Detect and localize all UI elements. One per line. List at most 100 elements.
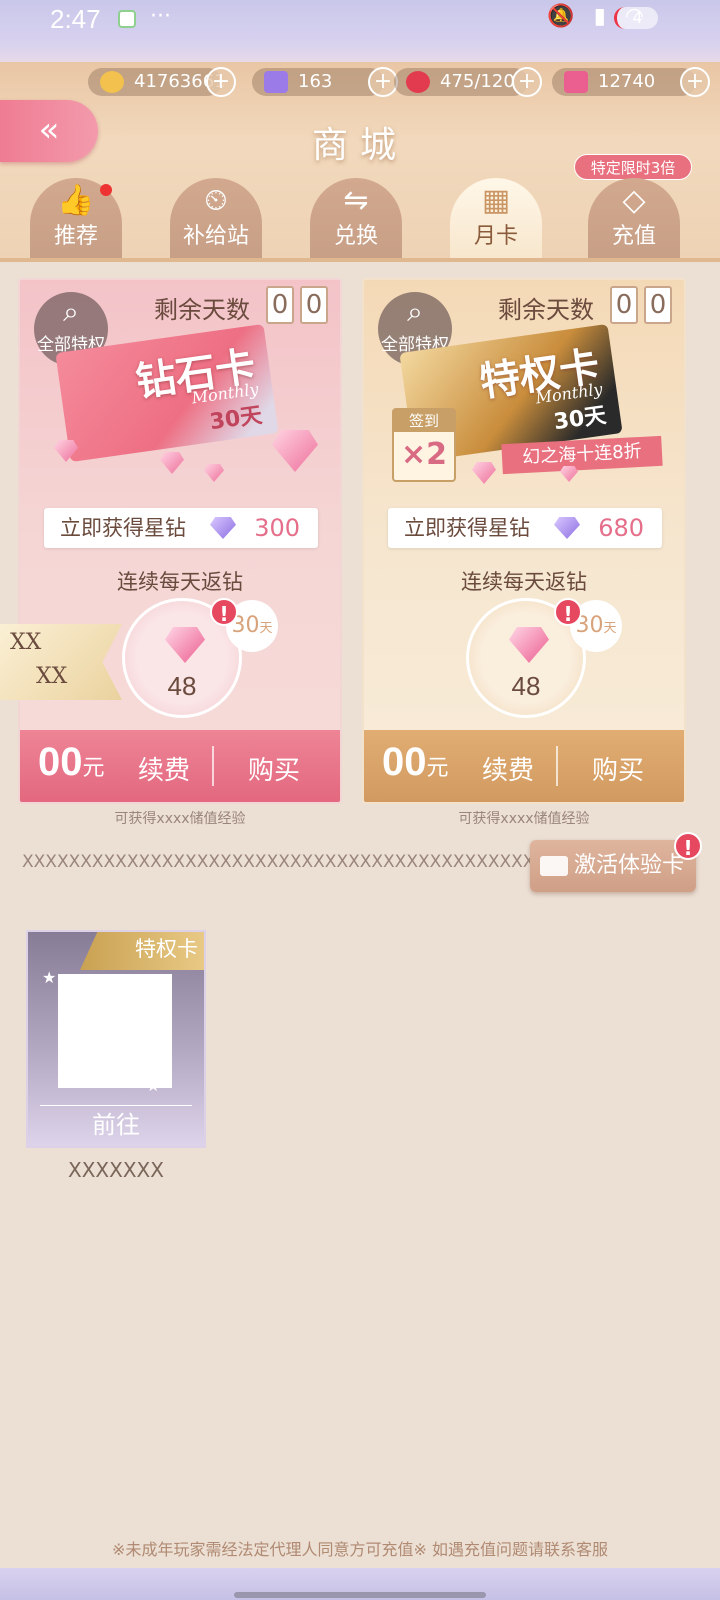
star-icon: ★: [42, 968, 57, 987]
gift-clock-icon: ⏲: [204, 183, 228, 218]
remaining-days-digit: 0: [300, 286, 328, 324]
diamond-monthly-card: ⌕ 全部特权 剩余天数 0 0 钻石卡 Monthly 30天 立即获得星钻 3…: [18, 278, 342, 804]
signin-double-badge: 签到 ×2: [392, 408, 456, 482]
tab-recommend[interactable]: 👍 推荐: [30, 178, 122, 262]
notification-dot: [100, 184, 112, 196]
cat-coin-icon: [100, 71, 124, 93]
daily-return-value: 48: [167, 671, 197, 701]
tab-monthly-card[interactable]: ▦ 月卡: [450, 178, 542, 262]
magnifier-icon: ⌕: [407, 295, 423, 328]
price-unit: 元: [82, 756, 105, 781]
tab-exchange[interactable]: ⇋ 兑换: [310, 178, 402, 262]
currency-bar: 41763661 + 163 + 475/120 + 12740 +: [88, 67, 718, 98]
price-unit: 元: [426, 756, 449, 781]
days-bubble-unit: 天: [259, 621, 273, 636]
star-diamond-icon: [210, 517, 236, 539]
side-ribbon-line2: XX: [36, 664, 68, 689]
divider: [556, 746, 558, 786]
clock: 2:47: [50, 4, 101, 34]
alert-icon: !: [554, 598, 582, 626]
currency-coins: 41763661 +: [88, 67, 236, 97]
currency-pink-diamond-value: 12740: [598, 71, 656, 92]
tab-label: 月卡: [473, 224, 518, 249]
tab-supply[interactable]: ⏲ 补给站: [170, 178, 262, 262]
privilege-monthly-card: ⌕ 全部特权 剩余天数 0 0 特权卡 Monthly 30天 签到 ×2 幻之…: [362, 278, 686, 804]
instant-label: 立即获得星钻: [404, 516, 530, 540]
goto-button[interactable]: 前往: [28, 1105, 204, 1140]
activate-trial-card-button[interactable]: 激活体验卡: [530, 840, 696, 892]
tab-recharge[interactable]: ◇ 充值: [588, 178, 680, 262]
add-pink-diamond-button[interactable]: +: [680, 67, 710, 97]
pink-gem-icon: [165, 627, 205, 663]
alert-icon: !: [674, 832, 702, 860]
footer-note: ※未成年玩家需经法定代理人同意方可充值※ 如遇充值问题请联系客服: [112, 1540, 608, 1559]
promo-badge: 特定限时3倍: [574, 154, 692, 180]
instant-amount: 680: [598, 514, 644, 542]
remaining-days-digit: 0: [644, 286, 672, 324]
signin-multiplier: ×2: [400, 437, 447, 472]
renew-button[interactable]: 续费: [138, 750, 190, 787]
currency-stamina-value: 475/120: [440, 71, 515, 92]
instant-label: 立即获得星钻: [60, 516, 186, 540]
card-icon: [540, 856, 568, 876]
tab-label: 兑换: [333, 224, 378, 249]
tile-name: XXXXXXX: [68, 1158, 164, 1182]
divider: [212, 746, 214, 786]
instant-stardiamond-row: 立即获得星钻 300: [44, 508, 318, 548]
daily-return-label: 连续每天返钻: [461, 570, 587, 594]
buy-button[interactable]: 购买: [248, 750, 300, 787]
remaining-days-label: 剩余天数: [498, 296, 594, 324]
daily-return-label: 连续每天返钻: [117, 570, 243, 594]
tab-label: 推荐: [53, 224, 98, 249]
tab-label: 充值: [611, 224, 656, 249]
currency-stamina: 475/120 +: [394, 67, 542, 97]
exchange-icon: ⇋: [343, 183, 369, 218]
exp-note: 可获得xxxx储值经验: [114, 811, 246, 827]
alert-icon: !: [210, 598, 238, 626]
signin-label: 签到: [394, 410, 454, 432]
tile-image: [58, 974, 172, 1088]
price: 00元: [38, 740, 105, 785]
pink-gem-icon: [472, 462, 496, 484]
privilege-tag: 特权卡: [80, 932, 204, 970]
pink-gem-icon: [204, 464, 224, 482]
remaining-days-digit: 0: [610, 286, 638, 324]
days-bubble-unit: 天: [603, 621, 617, 636]
tab-label: 补给站: [182, 224, 249, 249]
add-stamina-button[interactable]: +: [512, 67, 542, 97]
header-divider: [0, 258, 720, 262]
ticket-days: 30天: [208, 403, 264, 436]
activate-trial-card-label: 激活体验卡: [574, 853, 685, 878]
pink-gem-icon: [272, 430, 318, 472]
calendar-icon: ▦: [481, 183, 511, 218]
home-indicator[interactable]: [234, 1592, 486, 1598]
magnifier-icon: ⌕: [63, 295, 79, 328]
price-value: 00: [382, 740, 427, 784]
pink-diamond-icon: [564, 71, 588, 93]
purchase-bar: 00元 续费 购买: [20, 730, 340, 802]
diamond-icon: ◇: [622, 183, 646, 218]
side-ribbon-line1: XX: [10, 630, 42, 655]
currency-pink-diamond: 12740 +: [552, 67, 710, 97]
instant-stardiamond-row: 立即获得星钻 680: [388, 508, 662, 548]
star-diamond-icon: [554, 517, 580, 539]
app-notification-icon: [118, 10, 136, 28]
instant-amount: 300: [254, 514, 300, 542]
pink-gem-icon: [560, 466, 578, 482]
pink-gem-icon: [509, 627, 549, 663]
remaining-days-label: 剩余天数: [154, 296, 250, 324]
currency-purple-diamond: 163 +: [252, 67, 398, 97]
purple-diamond-icon: [264, 71, 288, 93]
status-bar: 2:47 ··· 🔕 ▮ ◠ 4: [0, 0, 720, 62]
remaining-days-digit: 0: [266, 286, 294, 324]
add-coins-button[interactable]: +: [206, 67, 236, 97]
daily-return-value: 48: [511, 671, 541, 701]
buy-button[interactable]: 购买: [592, 750, 644, 787]
renew-button[interactable]: 续费: [482, 750, 534, 787]
currency-purple-diamond-value: 163: [298, 71, 333, 92]
privilege-card-tile[interactable]: 特权卡 ★ ★ 前往: [26, 930, 206, 1148]
ticket-days: 30天: [552, 403, 608, 436]
tab-bar: 👍 推荐 ⏲ 补给站 ⇋ 兑换 ▦ 月卡 ◇ 充值: [30, 178, 700, 262]
more-notifications-icon: ···: [150, 4, 171, 29]
price-value: 00: [38, 740, 83, 784]
